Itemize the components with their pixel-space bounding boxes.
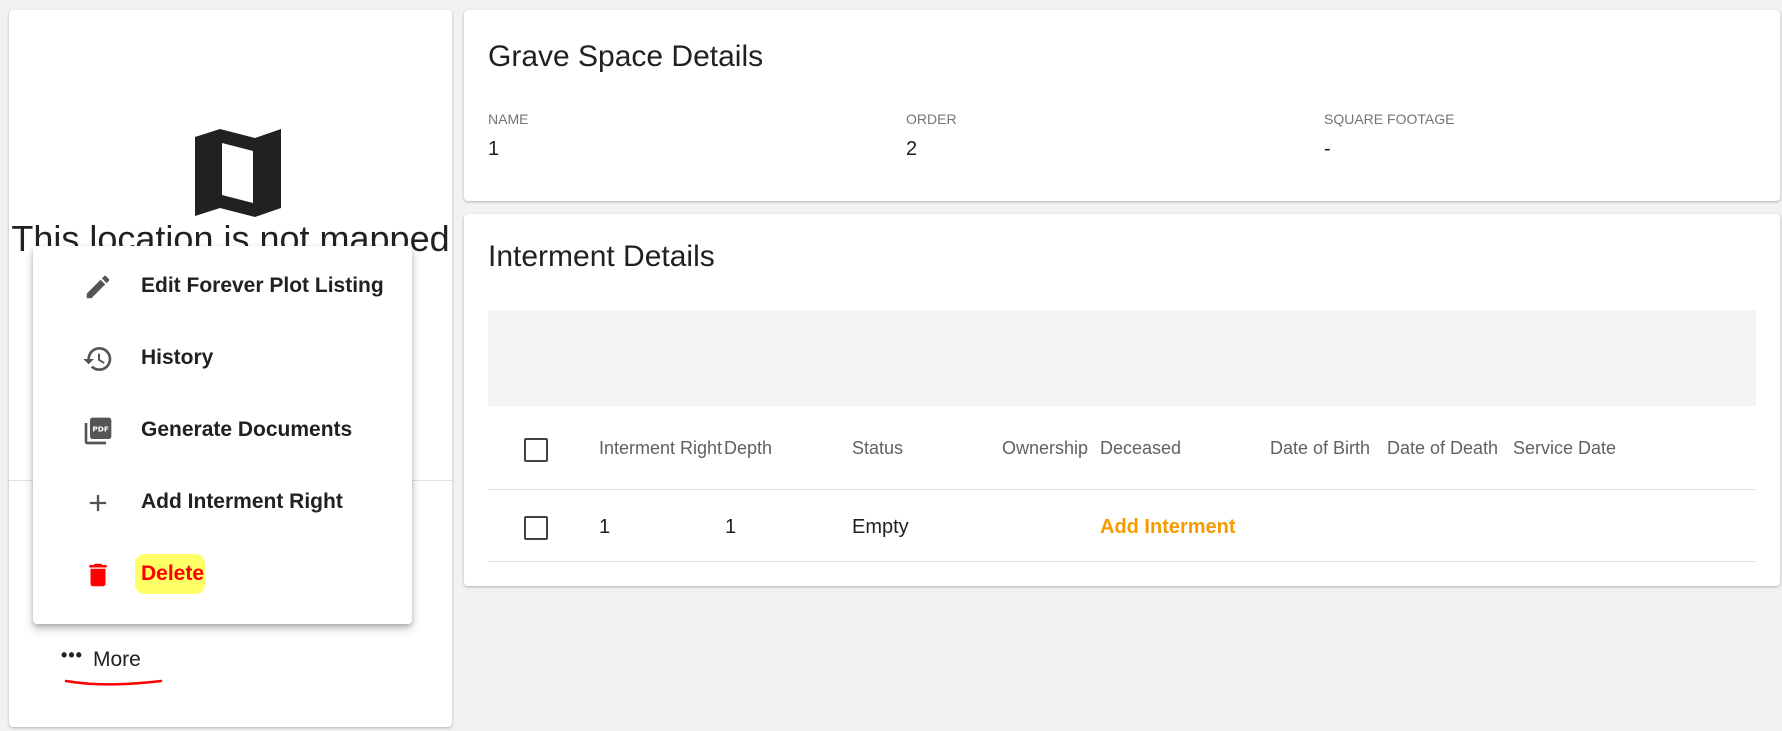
interment-card: Interment Details Interment Right Depth … <box>464 214 1780 586</box>
history-icon <box>81 342 115 376</box>
column-header-date-of-birth[interactable]: Date of Birth <box>1270 438 1370 459</box>
column-header-interment-right[interactable]: Interment Right <box>599 438 722 459</box>
field-label-square-footage: Square Footage <box>1324 111 1455 127</box>
menu-item-delete[interactable]: Delete <box>33 542 412 606</box>
svg-text:PDF: PDF <box>92 425 108 434</box>
card-title: Interment Details <box>488 240 715 273</box>
row-checkbox[interactable] <box>524 516 548 540</box>
menu-item-add-interment-right[interactable]: Add Interment Right <box>33 470 412 534</box>
field-value-square-footage: - <box>1324 138 1331 160</box>
menu-item-label: Add Interment Right <box>141 490 343 513</box>
cell-status: Empty <box>852 516 909 538</box>
field-value-name: 1 <box>488 138 500 160</box>
menu-item-generate-documents[interactable]: PDF Generate Documents <box>33 398 412 462</box>
annotation-underline <box>64 679 163 686</box>
field-label-name: Name <box>488 111 529 127</box>
cell-depth: 1 <box>725 516 737 538</box>
add-interment-link[interactable]: Add Interment <box>1100 516 1236 539</box>
row-divider <box>488 561 1756 562</box>
menu-item-label: Generate Documents <box>141 418 353 441</box>
trash-icon <box>81 558 115 592</box>
pdf-icon: PDF <box>81 414 115 448</box>
menu-item-history[interactable]: History <box>33 326 412 390</box>
cell-interment-right: 1 <box>599 516 611 538</box>
menu-item-label: Delete <box>141 562 205 585</box>
more-menu: Edit Forever Plot Listing History PDF Ge… <box>33 246 412 624</box>
column-header-service-date[interactable]: Service Date <box>1513 438 1616 459</box>
more-button-label: More <box>93 648 141 671</box>
map-icon <box>195 129 281 217</box>
select-all-checkbox[interactable] <box>524 438 548 462</box>
column-header-status[interactable]: Status <box>852 438 903 459</box>
card-title: Grave Space Details <box>488 40 764 73</box>
column-header-date-of-death[interactable]: Date of Death <box>1387 438 1498 459</box>
plus-icon <box>81 486 115 520</box>
column-header-ownership[interactable]: Ownership <box>1002 438 1088 459</box>
grave-space-card: Grave Space Details Name 1 Order 2 Squar… <box>464 10 1780 201</box>
column-header-depth[interactable]: Depth <box>724 438 772 459</box>
more-dots-icon: ••• <box>61 644 83 665</box>
menu-item-label: History <box>141 346 214 369</box>
pencil-icon <box>81 270 115 304</box>
column-header-deceased[interactable]: Deceased <box>1100 438 1181 459</box>
field-value-order: 2 <box>906 138 918 160</box>
table-toolbar <box>488 310 1756 406</box>
menu-item-edit-listing[interactable]: Edit Forever Plot Listing <box>33 254 412 318</box>
menu-item-label: Edit Forever Plot Listing <box>141 274 384 297</box>
field-label-order: Order <box>906 111 957 127</box>
row-divider <box>488 489 1756 490</box>
